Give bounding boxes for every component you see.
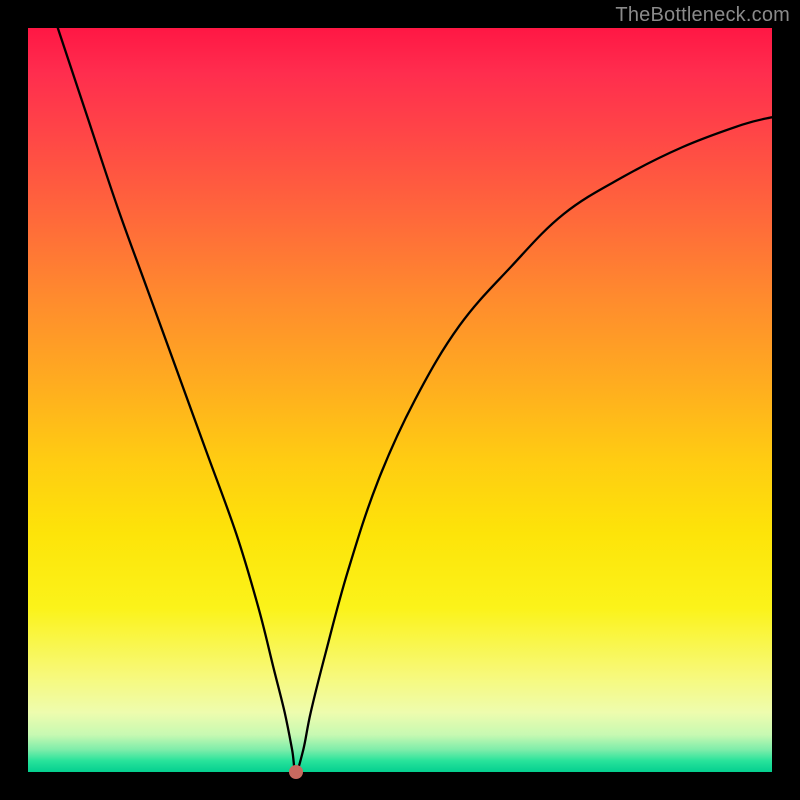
watermark-text: TheBottleneck.com [615,4,790,27]
plot-area [28,28,772,772]
minimum-marker [289,765,303,779]
bottleneck-curve [28,28,772,772]
chart-frame: TheBottleneck.com [0,0,800,800]
